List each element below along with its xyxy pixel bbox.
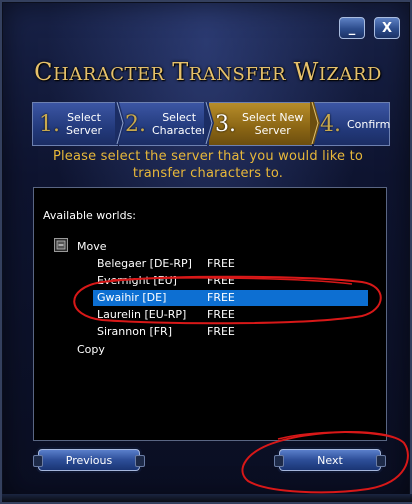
step-3-label: Select New Server xyxy=(242,111,304,137)
step-4: 4. Confirm xyxy=(314,102,390,146)
server-row-selected[interactable]: Gwaihir [DE] FREE xyxy=(93,290,368,306)
instructions-text: Please select the server that you would … xyxy=(52,149,364,181)
wizard-title: CHARACTER TRANSFER WIZARD xyxy=(2,58,412,86)
minimize-button[interactable]: _ xyxy=(339,17,365,39)
wizard-title-text: CHARACTER TRANSFER WIZARD xyxy=(34,58,382,86)
step-3: 3. Select New Server xyxy=(209,102,312,146)
step-separator-icon xyxy=(310,102,320,144)
server-list-panel: Available worlds: Move Belegaer [DE-RP] … xyxy=(33,187,387,441)
step-1-number: 1. xyxy=(39,111,60,137)
next-button[interactable]: Next xyxy=(274,449,386,471)
server-name: Gwaihir [DE] xyxy=(97,291,167,304)
wizard-steps: 1. Select Server 2. Select Character 3. Se… xyxy=(32,102,390,146)
close-button[interactable]: X xyxy=(374,17,400,39)
server-status: FREE xyxy=(207,291,235,304)
window-bottom-edge xyxy=(2,494,412,502)
server-name: Belegaer [DE-RP] xyxy=(97,257,192,270)
close-icon: X xyxy=(381,20,393,36)
move-group-label[interactable]: Move xyxy=(77,240,107,253)
tree-expand-icon[interactable] xyxy=(54,238,68,252)
previous-button[interactable]: Previous xyxy=(33,449,145,471)
step-1-label: Select Server xyxy=(66,111,103,137)
server-row[interactable]: Sirannon [FR] FREE xyxy=(93,324,368,340)
server-name: Evernight [EU] xyxy=(97,274,177,287)
minimize-icon: _ xyxy=(348,20,356,36)
server-status: FREE xyxy=(207,257,235,270)
server-name: Sirannon [FR] xyxy=(97,325,172,338)
step-3-number: 3. xyxy=(215,111,236,137)
server-name: Laurelin [EU-RP] xyxy=(97,308,187,321)
copy-group-label[interactable]: Copy xyxy=(77,343,105,356)
transfer-wizard-window: _ X CHARACTER TRANSFER WIZARD 1. Select S… xyxy=(0,0,412,504)
server-status: FREE xyxy=(207,274,235,287)
step-2-label: Select Character xyxy=(152,111,207,137)
step-2: 2. Select Character xyxy=(119,102,207,146)
step-4-label: Confirm xyxy=(347,117,391,131)
available-worlds-heading: Available worlds: xyxy=(43,209,137,222)
server-row[interactable]: Laurelin [EU-RP] FREE xyxy=(93,307,368,323)
step-separator-icon xyxy=(115,102,125,144)
step-4-number: 4. xyxy=(320,111,341,137)
server-status: FREE xyxy=(207,308,235,321)
server-row[interactable]: Belegaer [DE-RP] FREE xyxy=(93,256,368,272)
step-separator-icon xyxy=(204,102,214,144)
server-status: FREE xyxy=(207,325,235,338)
step-2-number: 2. xyxy=(125,111,146,137)
step-1: 1. Select Server xyxy=(32,102,118,146)
server-row[interactable]: Evernight [EU] FREE xyxy=(93,273,368,289)
